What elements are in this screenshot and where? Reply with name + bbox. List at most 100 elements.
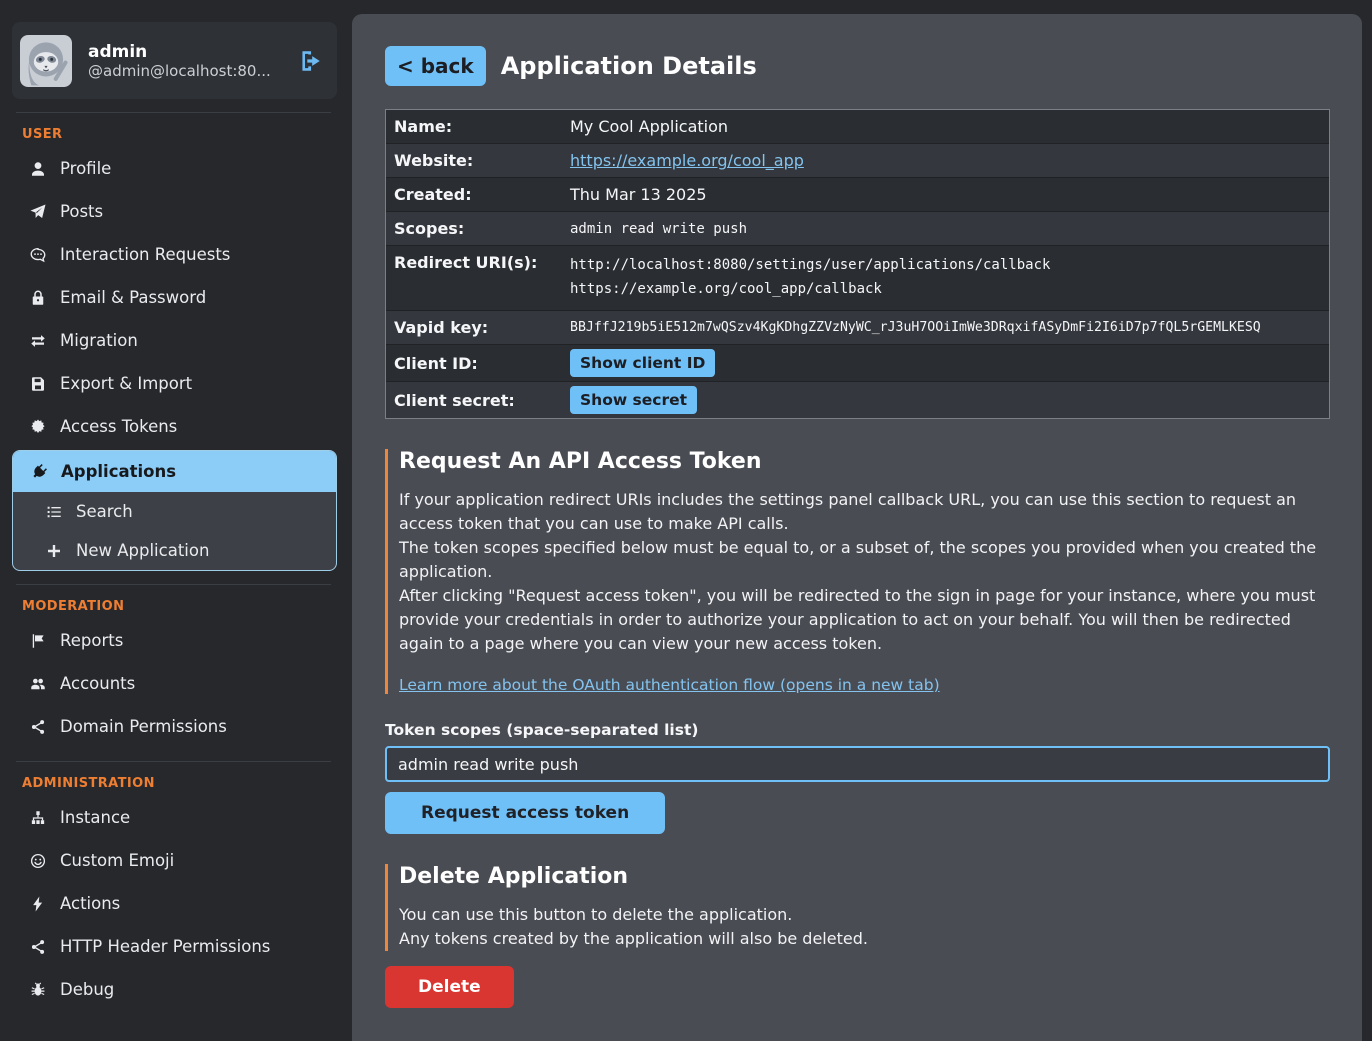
sidebar-item-label: Export & Import	[60, 374, 192, 393]
token-form: Token scopes (space-separated list) Requ…	[385, 721, 1330, 834]
row-value: Thu Mar 13 2025	[570, 185, 717, 204]
row-label: Name:	[386, 117, 570, 136]
sidebar-item-label: Profile	[60, 159, 111, 178]
website-link[interactable]: https://example.org/cool_app	[570, 151, 804, 170]
row-label: Website:	[386, 151, 570, 170]
paper-plane-icon	[27, 203, 49, 221]
row-label: Scopes:	[386, 219, 570, 238]
sidebar-item-label: New Application	[76, 541, 209, 560]
sidebar-item-label: Access Tokens	[60, 417, 177, 436]
sidebar-item-domain-permissions[interactable]: Domain Permissions	[12, 705, 337, 748]
row-label: Redirect URI(s):	[386, 253, 570, 272]
sidebar-item-label: Accounts	[60, 674, 135, 693]
token-scopes-label: Token scopes (space-separated list)	[385, 721, 1330, 739]
sidebar-item-label: Instance	[60, 808, 130, 827]
sidebar-item-migration[interactable]: Migration	[12, 319, 337, 362]
table-row-redirect-uris: Redirect URI(s): http://localhost:8080/s…	[386, 246, 1329, 311]
sidebar-item-actions[interactable]: Actions	[12, 882, 337, 925]
request-token-heading: Request An API Access Token	[399, 449, 1330, 474]
request-access-token-button[interactable]: Request access token	[385, 792, 665, 834]
divider	[16, 761, 331, 762]
table-row-client-id: Client ID: Show client ID	[386, 345, 1329, 382]
sidebar-item-label: Interaction Requests	[60, 245, 230, 264]
row-label: Created:	[386, 185, 570, 204]
sidebar-item-export-import[interactable]: Export & Import	[12, 362, 337, 405]
applications-subnav: Search New Application	[13, 492, 336, 570]
sidebar-item-label: Reports	[60, 631, 123, 650]
table-row-scopes: Scopes: admin read write push	[386, 212, 1329, 246]
list-icon	[43, 503, 65, 521]
sidebar-item-applications[interactable]: Applications	[13, 451, 336, 492]
divider	[16, 584, 331, 585]
redirect-uri-line: https://example.org/cool_app/callback	[570, 277, 1050, 301]
page-title: Application Details	[501, 52, 757, 80]
token-scopes-input[interactable]	[385, 746, 1330, 782]
sidebar-item-accounts[interactable]: Accounts	[12, 662, 337, 705]
smile-icon	[27, 852, 49, 870]
sidebar-item-reports[interactable]: Reports	[12, 619, 337, 662]
exchange-icon	[27, 332, 49, 350]
redirect-uri-line: http://localhost:8080/settings/user/appl…	[570, 253, 1050, 277]
sidebar-item-email-password[interactable]: Email & Password	[12, 276, 337, 319]
user-handle: @admin@localhost:80...	[88, 62, 271, 80]
page-header: < back Application Details	[385, 46, 1330, 86]
sidebar-item-search[interactable]: Search	[13, 492, 336, 531]
delete-heading: Delete Application	[399, 864, 1330, 889]
row-value: BBJffJ219b5iE512m7wQSzv4KgKDhgZZVzNyWC_r…	[570, 320, 1271, 335]
oauth-learn-more-link[interactable]: Learn more about the OAuth authenticatio…	[399, 676, 940, 694]
row-value: My Cool Application	[570, 117, 738, 136]
token-paragraph: The token scopes specified below must be…	[399, 536, 1330, 584]
sidebar-item-label: Migration	[60, 331, 138, 350]
sidebar: admin @admin@localhost:80... USER Profil…	[0, 0, 345, 1041]
plug-icon	[28, 463, 50, 481]
applications-group: Applications Search New Application	[12, 450, 337, 571]
sidebar-item-label: Custom Emoji	[60, 851, 174, 870]
back-button[interactable]: < back	[385, 46, 486, 86]
row-value: admin read write push	[570, 221, 757, 237]
bolt-icon	[27, 895, 49, 913]
table-row-client-secret: Client secret: Show secret	[386, 382, 1329, 418]
users-icon	[27, 675, 49, 693]
flag-icon	[27, 632, 49, 650]
row-label: Vapid key:	[386, 318, 570, 337]
sidebar-item-custom-emoji[interactable]: Custom Emoji	[12, 839, 337, 882]
user-name: admin	[88, 42, 271, 62]
share-nodes-icon	[27, 718, 49, 736]
sloth-avatar	[20, 35, 72, 87]
comment-dots-icon	[27, 246, 49, 264]
lock-icon	[27, 289, 49, 307]
delete-application-section: Delete Application You can use this butt…	[385, 864, 1330, 1008]
floppy-disk-icon	[27, 375, 49, 393]
show-client-id-button[interactable]: Show client ID	[570, 349, 715, 377]
sidebar-item-label: Posts	[60, 202, 103, 221]
sidebar-item-instance[interactable]: Instance	[12, 796, 337, 839]
sidebar-item-new-application[interactable]: New Application	[13, 531, 336, 570]
main-panel: < back Application Details Name: My Cool…	[352, 14, 1362, 1041]
divider	[16, 112, 331, 113]
sidebar-item-posts[interactable]: Posts	[12, 190, 337, 233]
delete-button[interactable]: Delete	[385, 966, 514, 1008]
sidebar-item-label: Actions	[60, 894, 120, 913]
user-card: admin @admin@localhost:80...	[12, 22, 337, 99]
sidebar-item-debug[interactable]: Debug	[12, 968, 337, 1011]
sidebar-item-interaction-requests[interactable]: Interaction Requests	[12, 233, 337, 276]
sidebar-item-http-header-permissions[interactable]: HTTP Header Permissions	[12, 925, 337, 968]
sidebar-item-label: Debug	[60, 980, 114, 999]
show-secret-button[interactable]: Show secret	[570, 386, 697, 414]
sign-out-icon[interactable]	[297, 48, 323, 74]
token-paragraph: After clicking "Request access token", y…	[399, 584, 1330, 656]
row-label: Client ID:	[386, 354, 570, 373]
delete-line: Any tokens created by the application wi…	[399, 927, 1330, 951]
delete-description: Delete Application You can use this butt…	[385, 864, 1330, 951]
bug-icon	[27, 981, 49, 999]
sidebar-item-label: Search	[76, 502, 133, 521]
user-icon	[27, 160, 49, 178]
section-label-user: USER	[12, 121, 337, 147]
delete-line: You can use this button to delete the ap…	[399, 903, 1330, 927]
token-paragraph: If your application redirect URIs includ…	[399, 488, 1330, 536]
section-label-administration: ADMINISTRATION	[12, 770, 337, 796]
sidebar-item-profile[interactable]: Profile	[12, 147, 337, 190]
sidebar-item-label: HTTP Header Permissions	[60, 937, 270, 956]
table-row-created: Created: Thu Mar 13 2025	[386, 178, 1329, 212]
sidebar-item-access-tokens[interactable]: Access Tokens	[12, 405, 337, 448]
